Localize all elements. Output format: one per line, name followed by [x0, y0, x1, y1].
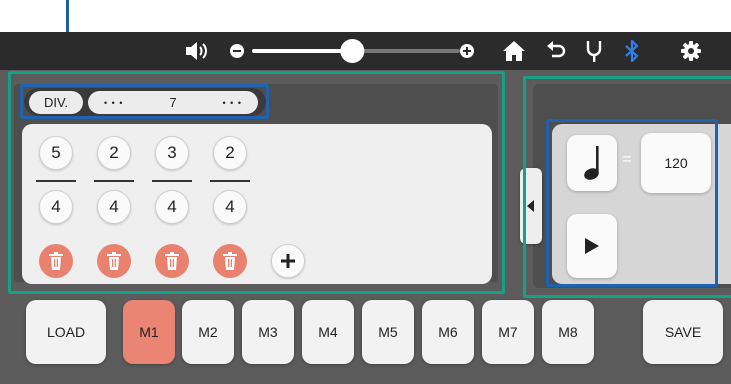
memory-button-m4[interactable]: M4 — [302, 300, 354, 364]
undo-icon[interactable] — [544, 32, 568, 70]
tuning-fork-icon[interactable] — [582, 32, 606, 70]
home-icon[interactable] — [500, 32, 528, 70]
bluetooth-icon[interactable] — [620, 32, 644, 70]
top-toolbar — [0, 32, 731, 70]
division-highlight — [20, 84, 269, 119]
memory-button-m7[interactable]: M7 — [482, 300, 534, 364]
memory-button-m1[interactable]: M1 — [123, 300, 175, 364]
volume-decrease-icon[interactable] — [227, 32, 247, 70]
load-button[interactable]: LOAD — [26, 300, 106, 364]
memory-button-m8[interactable]: M8 — [542, 300, 594, 364]
tempo-highlight — [546, 119, 718, 287]
volume-slider[interactable] — [252, 32, 460, 70]
memory-button-m6[interactable]: M6 — [422, 300, 474, 364]
memory-button-m5[interactable]: M5 — [362, 300, 414, 364]
volume-increase-icon[interactable] — [457, 32, 477, 70]
save-button[interactable]: SAVE — [643, 300, 723, 364]
memory-button-m2[interactable]: M2 — [182, 300, 234, 364]
memory-button-m3[interactable]: M3 — [242, 300, 294, 364]
gear-icon[interactable] — [678, 32, 704, 70]
speaker-icon[interactable] — [182, 32, 212, 70]
